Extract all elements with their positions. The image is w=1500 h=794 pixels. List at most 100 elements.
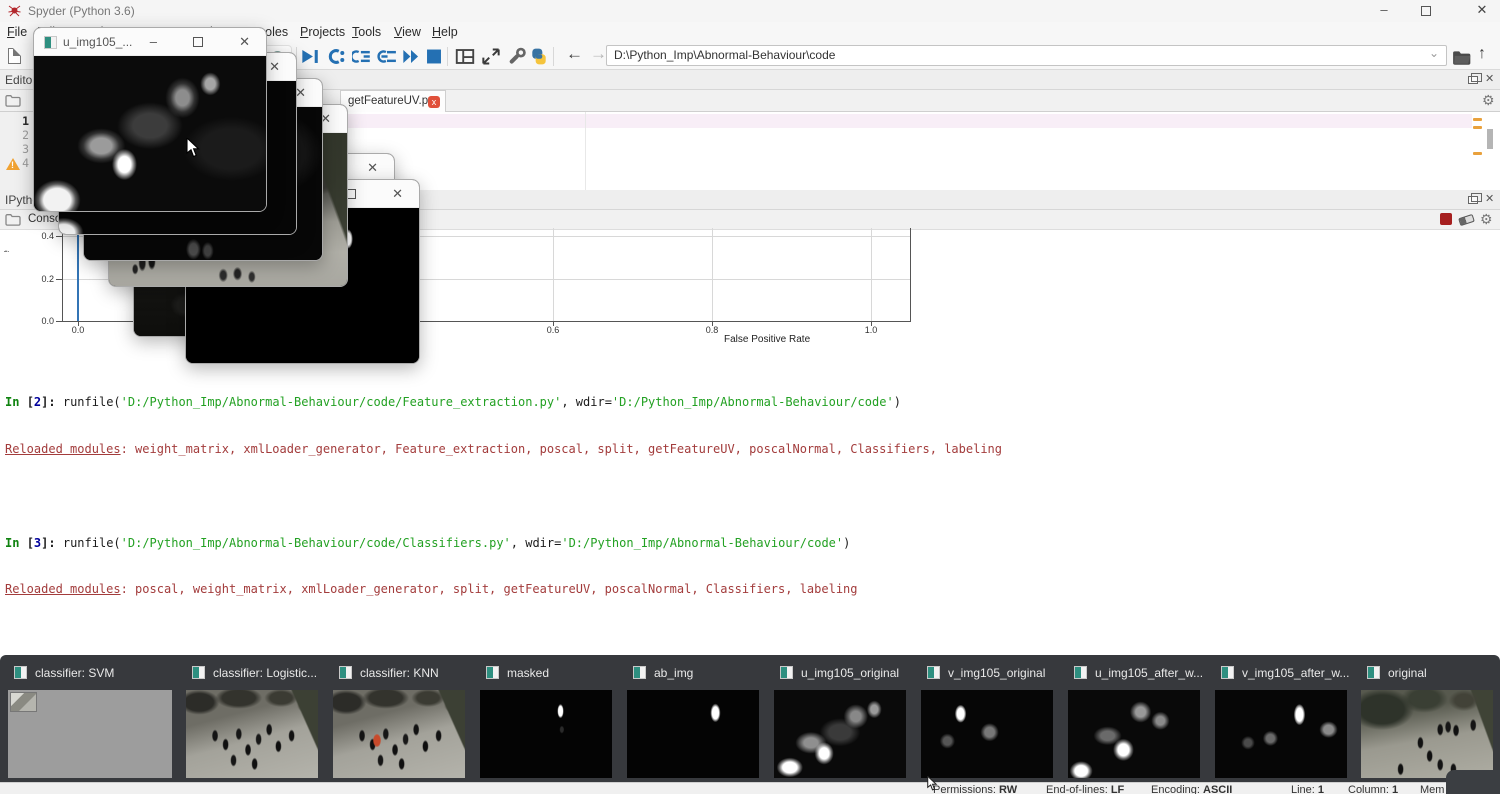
scroll-warning-mark[interactable] xyxy=(1473,152,1482,155)
thumbnail-item[interactable]: u_img105_after_w... xyxy=(1068,655,1215,782)
run-cell-icon[interactable] xyxy=(300,47,320,66)
line-number: 3 xyxy=(5,142,29,156)
figure-window-title: u_img105_... xyxy=(63,35,132,49)
plot-clip-mask xyxy=(0,252,19,337)
scroll-warning-mark[interactable] xyxy=(1473,118,1482,121)
thumbnail-image[interactable] xyxy=(1361,690,1493,778)
step-into-icon[interactable] xyxy=(352,47,372,66)
status-line: Line: 1 xyxy=(1291,784,1324,794)
status-eol: End-of-lines: LF xyxy=(1046,784,1124,794)
fullscreen-icon[interactable] xyxy=(481,47,501,66)
thumbnail-item[interactable]: classifier: SVM xyxy=(8,655,173,782)
thumbnail-item[interactable]: classifier: KNN xyxy=(333,655,480,782)
close-icon[interactable]: ✕ xyxy=(269,59,280,75)
interrupt-kernel-icon[interactable] xyxy=(1440,213,1452,225)
image-icon xyxy=(339,666,352,679)
run-cell-advance-icon[interactable] xyxy=(327,47,347,66)
thumbnail-image[interactable] xyxy=(480,690,612,778)
menu-help[interactable]: Help xyxy=(432,25,458,39)
status-bar: Permissions: RW End-of-lines: LF Encodin… xyxy=(0,782,1500,794)
image-icon xyxy=(486,666,499,679)
thumbnail-label: classifier: Logistic... xyxy=(213,666,317,680)
y-tick-label: 0.0 xyxy=(36,316,54,326)
thumbnail-label: u_img105_original xyxy=(801,666,899,680)
y-tick-label: 0.4 xyxy=(36,231,54,241)
scroll-warning-mark[interactable] xyxy=(1473,126,1482,129)
status-memory: Mem xyxy=(1420,784,1444,794)
thumbnail-image[interactable] xyxy=(774,690,906,778)
thumbnail-label: v_img105_after_w... xyxy=(1242,666,1349,680)
thumbnail-image[interactable] xyxy=(186,690,318,778)
console-options-gear-icon[interactable]: ⚙ xyxy=(1480,211,1493,228)
thumbnail-image[interactable] xyxy=(1215,690,1347,778)
image-icon xyxy=(927,666,940,679)
image-icon xyxy=(780,666,793,679)
step-return-icon[interactable] xyxy=(377,47,397,66)
console-undock-icon[interactable] xyxy=(1468,196,1478,204)
mouse-cursor xyxy=(186,138,201,159)
stop-debug-icon[interactable] xyxy=(424,47,444,66)
warning-icon xyxy=(6,158,20,170)
thumbnail-item[interactable]: v_img105_original xyxy=(921,655,1068,782)
figure-window-titlebar[interactable]: u_img105_... – ✕ xyxy=(34,28,266,56)
image-icon xyxy=(1074,666,1087,679)
thumbnail-item[interactable]: ab_img xyxy=(627,655,774,782)
menu-file[interactable]: File xyxy=(7,25,27,39)
close-icon[interactable]: ✕ xyxy=(367,160,378,176)
nav-forward-icon[interactable]: → xyxy=(590,44,607,64)
menu-projects[interactable]: Projects xyxy=(300,25,345,39)
memory-widget-overlay xyxy=(1446,770,1500,794)
preferences-wrench-icon[interactable] xyxy=(507,47,527,66)
menu-view[interactable]: View xyxy=(394,25,421,39)
thumbnail-image[interactable] xyxy=(8,690,172,778)
minimize-icon[interactable]: – xyxy=(150,34,157,49)
thumbnail-item[interactable]: u_img105_original xyxy=(774,655,921,782)
menu-tools[interactable]: Tools xyxy=(352,25,381,39)
thumbnail-item[interactable]: masked xyxy=(480,655,627,782)
x-tick-label: 1.0 xyxy=(860,325,882,335)
thumbnail-item[interactable]: original xyxy=(1361,655,1500,782)
image-icon xyxy=(14,666,27,679)
thumbnail-label: masked xyxy=(507,666,549,680)
browse-tabs-icon[interactable] xyxy=(5,94,21,108)
thumbnail-label: classifier: KNN xyxy=(360,666,439,680)
nav-back-icon[interactable]: ← xyxy=(566,44,583,64)
image-icon xyxy=(1367,666,1380,679)
window-maximize-icon[interactable] xyxy=(1421,6,1431,16)
close-icon[interactable]: ✕ xyxy=(239,34,250,50)
x-tick-label: 0.0 xyxy=(67,325,89,335)
tab-getfeatureuv[interactable]: getFeatureUV.pyx xyxy=(340,90,446,112)
clear-console-eraser-icon[interactable] xyxy=(1458,214,1475,226)
tab-close-icon[interactable]: x xyxy=(428,96,440,108)
editor-undock-icon[interactable] xyxy=(1468,76,1478,84)
window-minimize-icon[interactable]: – xyxy=(1370,2,1398,20)
editor-pane-close-icon[interactable]: ✕ xyxy=(1485,72,1494,85)
spyder-logo-icon xyxy=(8,4,21,17)
chevron-down-icon[interactable]: ⌄ xyxy=(1429,44,1439,63)
figure-window-u-img105[interactable]: u_img105_... – ✕ xyxy=(33,27,267,212)
thumbnail-label: u_img105_after_w... xyxy=(1095,666,1203,680)
new-file-icon[interactable] xyxy=(8,48,21,64)
line-number: 1 xyxy=(5,114,29,128)
thumbnail-item[interactable]: classifier: Logistic... xyxy=(186,655,333,782)
thumbnail-image[interactable] xyxy=(1068,690,1200,778)
continue-icon[interactable] xyxy=(401,47,421,66)
panes-layout-icon[interactable] xyxy=(455,47,475,66)
status-permissions: Permissions: RW xyxy=(933,784,1017,794)
image-icon xyxy=(1221,666,1234,679)
working-directory-input[interactable]: D:\Python_Imp\Abnormal-Behaviour\code⌄ xyxy=(606,45,1447,66)
close-icon[interactable]: ✕ xyxy=(392,186,403,202)
browse-directory-folder-icon[interactable] xyxy=(1452,48,1472,67)
thumbnail-image[interactable] xyxy=(921,690,1053,778)
window-close-icon[interactable]: ✕ xyxy=(1468,2,1496,20)
editor-options-gear-icon[interactable]: ⚙ xyxy=(1482,92,1495,109)
thumbnail-image[interactable] xyxy=(627,690,759,778)
python-path-icon[interactable] xyxy=(529,47,549,66)
figure-image xyxy=(34,56,266,211)
console-pane-close-icon[interactable]: ✕ xyxy=(1485,192,1494,205)
maximize-icon[interactable] xyxy=(193,37,203,47)
up-directory-icon[interactable]: ↑ xyxy=(1478,45,1486,63)
thumbnail-image[interactable] xyxy=(333,690,465,778)
thumbnail-item[interactable]: v_img105_after_w... xyxy=(1215,655,1362,782)
editor-scrollbar[interactable] xyxy=(1487,129,1493,149)
